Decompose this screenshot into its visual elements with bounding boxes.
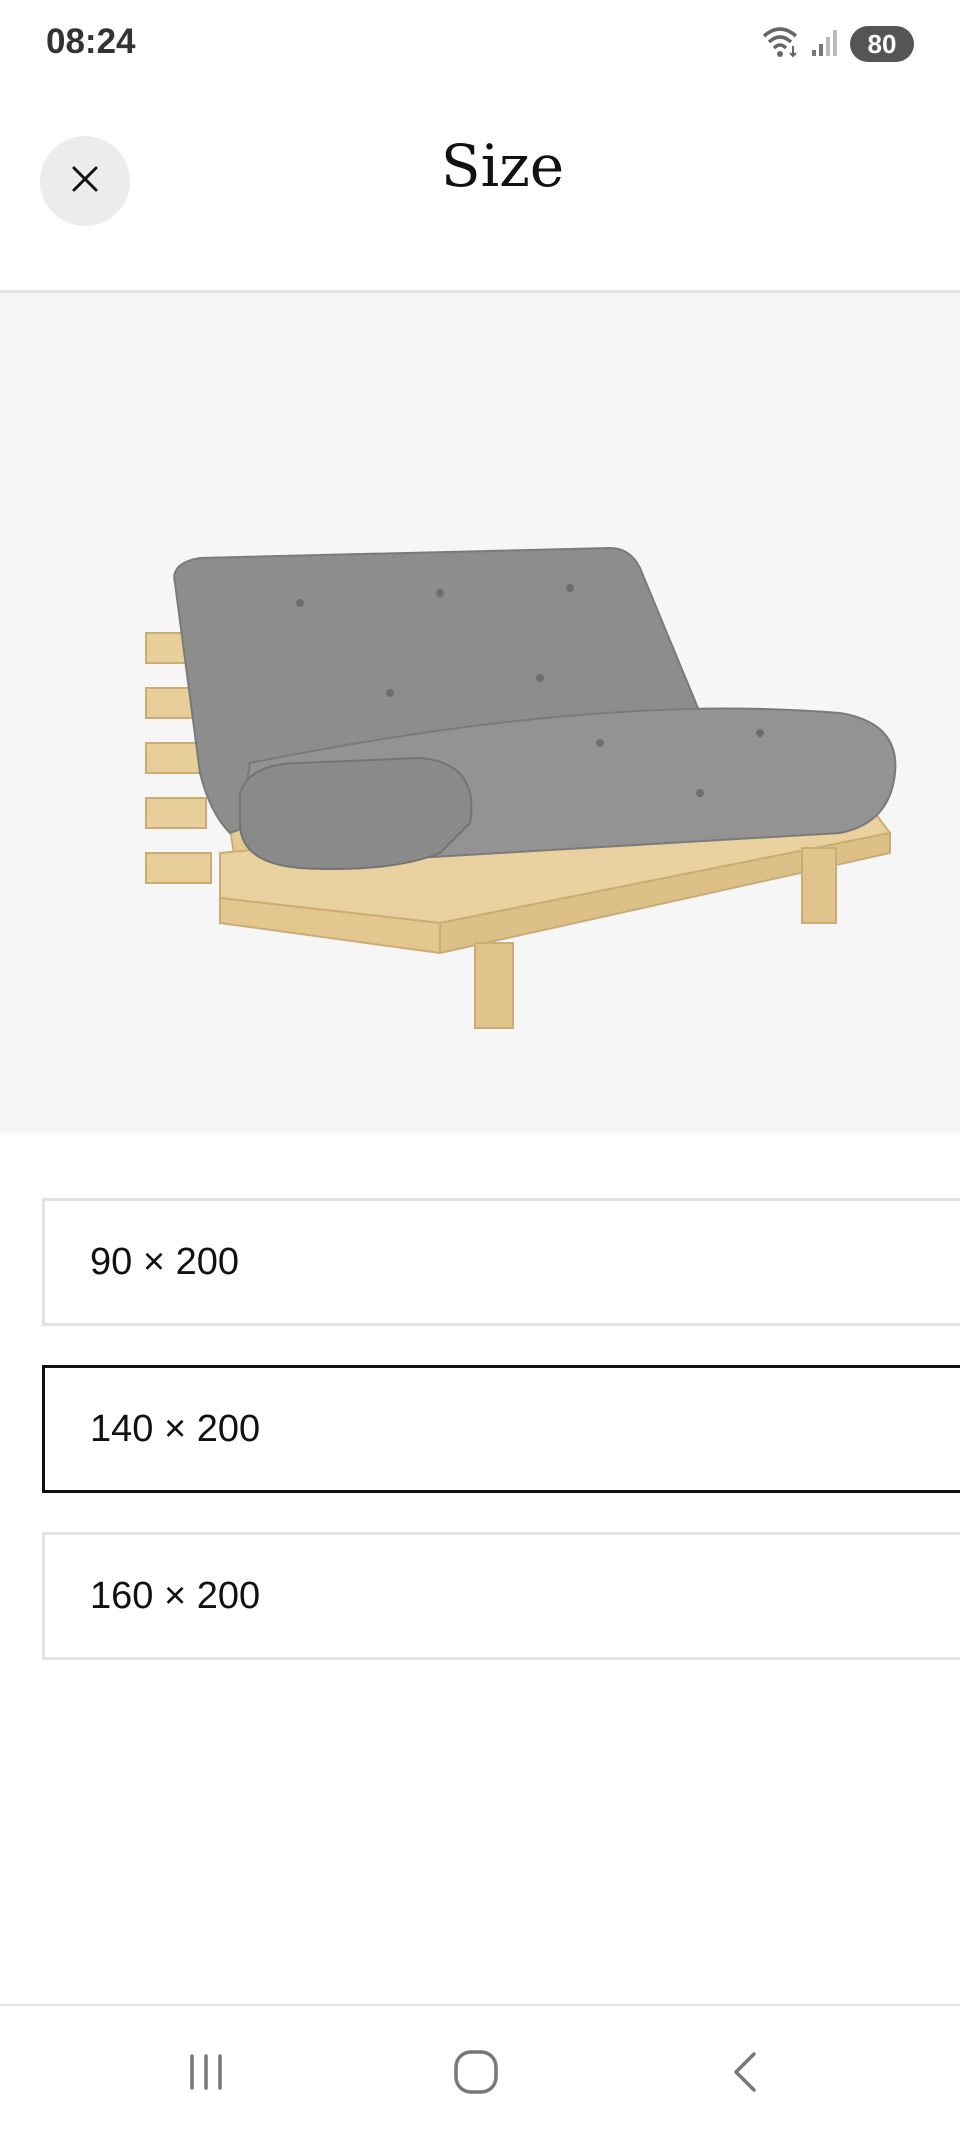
status-time: 08:24 <box>46 22 136 61</box>
signal-icon <box>810 26 840 63</box>
navigation-bar <box>0 2004 960 2135</box>
recent-apps-icon <box>184 2050 228 2099</box>
status-bar: 08:24 80 <box>0 0 960 90</box>
home-button[interactable] <box>446 2044 506 2104</box>
home-icon <box>451 2047 501 2102</box>
size-option-label: 160 × 200 <box>90 1574 261 1617</box>
header: Size <box>0 90 960 293</box>
page-title: Size <box>440 132 565 200</box>
size-option-140x200[interactable]: 140 × 200 <box>42 1365 960 1493</box>
size-option-label: 90 × 200 <box>90 1240 239 1283</box>
size-option-label: 140 × 200 <box>90 1407 261 1450</box>
product-image <box>0 293 960 1133</box>
battery-icon: 80 <box>850 26 914 62</box>
wifi-icon <box>760 24 800 65</box>
size-option-160x200[interactable]: 160 × 200 <box>42 1532 960 1660</box>
size-option-90x200[interactable]: 90 × 200 <box>42 1198 960 1326</box>
back-button[interactable] <box>716 2044 776 2104</box>
back-icon <box>724 2050 768 2099</box>
status-icons: 80 <box>760 20 914 68</box>
futon-sofa-image <box>145 546 897 1029</box>
recent-apps-button[interactable] <box>176 2044 236 2104</box>
